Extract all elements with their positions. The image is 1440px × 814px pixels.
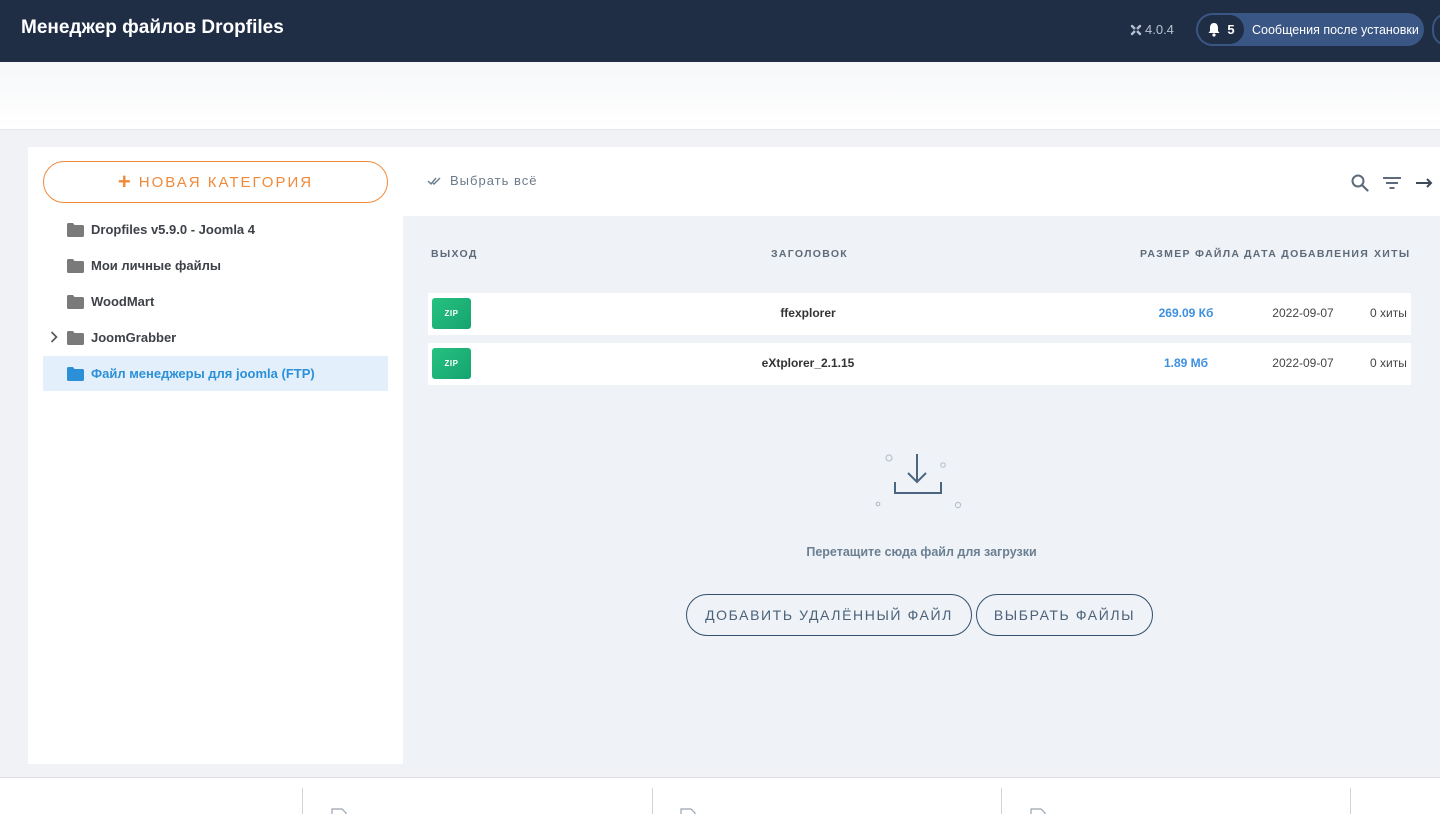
user-menu-button[interactable] [1432,13,1440,46]
joomla-icon [1130,24,1142,35]
column-size[interactable]: РАЗМЕР ФАЙЛА [1140,248,1240,260]
table-row[interactable]: ZIP ffexplorer 269.09 Кб 2022-09-07 0 хи… [428,293,1411,335]
main-panel: + НОВАЯ КАТЕГОРИЯ Dropfiles v5.9.0 - Joo… [28,147,1440,764]
category-item-active[interactable]: Файл менеджеры для joomla (FTP) [43,356,388,391]
category-label: Dropfiles v5.9.0 - Joomla 4 [91,222,256,237]
version-number: 4.0.4 [1145,22,1174,37]
files-toolbar: Выбрать всё [403,147,1440,216]
toolbar-icons [1350,173,1434,193]
upload-drop-icon [875,454,962,509]
new-category-button[interactable]: + НОВАЯ КАТЕГОРИЯ [43,161,388,203]
files-content: ВЫХОД ЗАГОЛОВОК РАЗМЕР ФАЙЛА ДАТА ДОБАВЛ… [403,216,1440,764]
files-area: Выбрать всё ВЫХОД ЗАГОЛОВОК РАЗМЕР ФАЙЛА… [403,147,1440,764]
file-icon [680,808,696,814]
category-item[interactable]: JoomGrabber [43,320,388,355]
select-all-label: Выбрать всё [450,173,538,188]
filter-icon[interactable] [1382,173,1402,193]
file-size: 1.89 Мб [1163,356,1209,370]
notification-label: Сообщения после установки [1252,22,1419,37]
category-label: JoomGrabber [91,330,177,345]
notification-count: 5 [1227,22,1235,37]
category-item[interactable]: WoodMart [43,284,388,319]
dropzone-text: Перетащите сюда файл для загрузки [806,545,1037,559]
select-files-button[interactable]: ВЫБРАТЬ ФАЙЛЫ [976,594,1153,636]
subheader-toolbar [0,62,1440,130]
table-row[interactable]: ZIP eXtplorer_2.1.15 1.89 Мб 2022-09-07 … [428,343,1411,385]
folder-icon [67,331,84,345]
top-header: Менеджер файлов Dropfiles 4.0.4 5 Сообще… [0,0,1440,62]
divider [1001,788,1002,814]
file-hits: 0 хиты [1370,356,1407,370]
file-icon [1030,808,1046,814]
plus-icon: + [117,169,131,194]
add-remote-file-button[interactable]: ДОБАВИТЬ УДАЛЁННЫЙ ФАЙЛ [686,594,972,636]
category-sidebar: + НОВАЯ КАТЕГОРИЯ Dropfiles v5.9.0 - Joo… [28,147,403,764]
category-label: Мои личные файлы [91,258,221,273]
double-check-icon [427,177,441,185]
category-label: WoodMart [91,294,155,309]
table-header: ВЫХОД ЗАГОЛОВОК РАЗМЕР ФАЙЛА ДАТА ДОБАВЛ… [431,248,1411,262]
column-date[interactable]: ДАТА ДОБАВЛЕНИЯ [1244,248,1369,260]
divider [302,788,303,814]
divider [652,788,653,814]
folder-icon [67,295,84,309]
search-icon[interactable] [1350,173,1370,193]
column-title[interactable]: ЗАГОЛОВОК [771,248,848,260]
post-install-messages-button[interactable]: 5 Сообщения после установки [1196,13,1424,46]
divider [1350,788,1351,814]
page-title: Менеджер файлов Dropfiles [21,17,284,38]
folder-icon [67,367,84,381]
bell-icon [1208,23,1220,37]
file-title[interactable]: ffexplorer [428,306,1188,320]
new-category-label: НОВАЯ КАТЕГОРИЯ [138,173,314,191]
column-output[interactable]: ВЫХОД [431,248,478,260]
arrow-right-icon[interactable] [1414,173,1434,193]
category-item[interactable]: Мои личные файлы [43,248,388,283]
file-icon [331,808,347,814]
version-indicator: 4.0.4 [1130,22,1174,37]
category-item[interactable]: Dropfiles v5.9.0 - Joomla 4 [43,212,388,247]
select-all-button[interactable]: Выбрать всё [427,173,537,188]
bottom-file-strip [0,777,1440,814]
file-title[interactable]: eXtplorer_2.1.15 [428,356,1188,370]
folder-icon [67,223,84,237]
file-size: 269.09 Кб [1158,306,1214,320]
column-hits[interactable]: ХИТЫ [1374,248,1410,260]
file-date: 2022-09-07 [1272,306,1334,320]
category-tree: Dropfiles v5.9.0 - Joomla 4 Мои личные ф… [43,212,388,392]
file-date: 2022-09-07 [1272,356,1334,370]
chevron-right-icon[interactable] [50,331,58,343]
category-label: Файл менеджеры для joomla (FTP) [91,366,315,381]
folder-icon [67,259,84,273]
notification-badge: 5 [1198,15,1244,44]
file-hits: 0 хиты [1370,306,1407,320]
